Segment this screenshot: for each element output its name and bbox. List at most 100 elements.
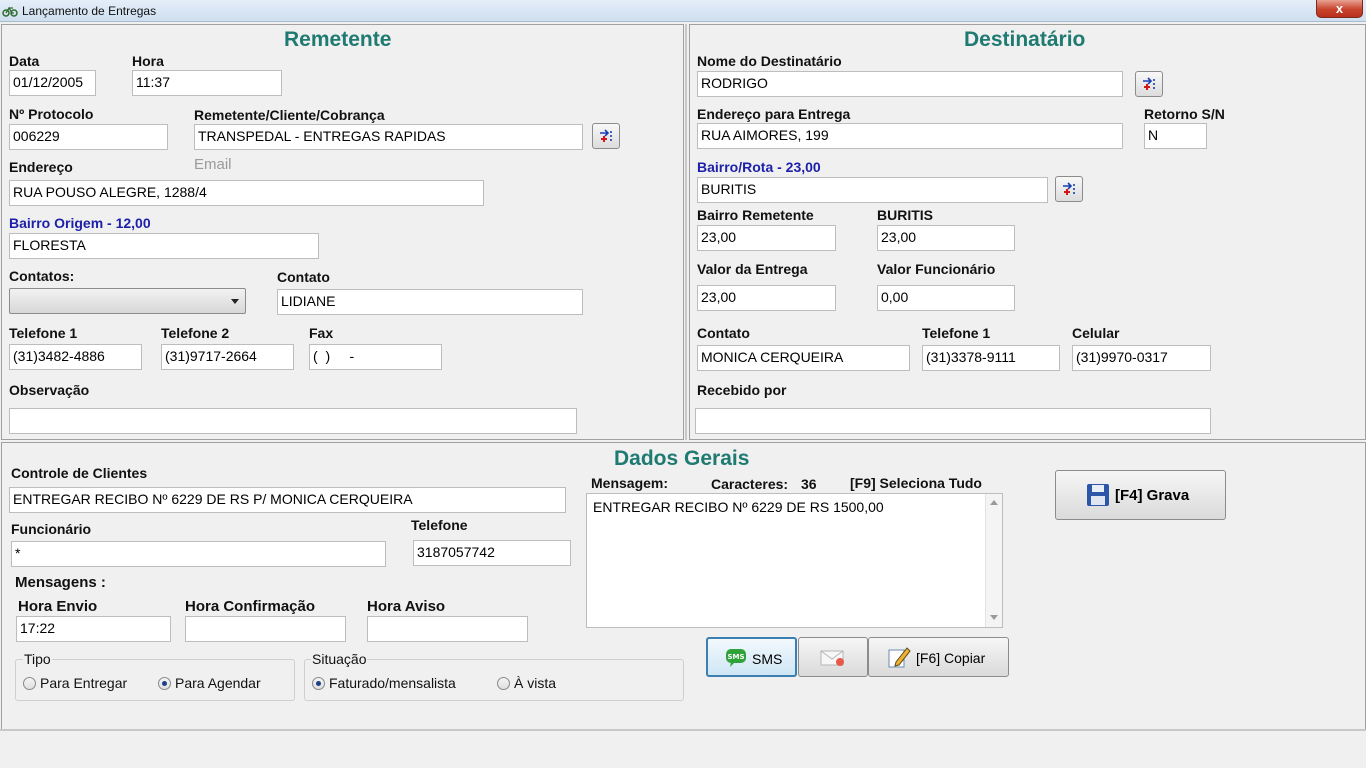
grava-button-label: [F4] Grava	[1115, 487, 1190, 504]
data-field[interactable]: 01/12/2005	[9, 70, 96, 96]
endereco-field[interactable]: RUA POUSO ALEGRE, 1288/4	[9, 180, 484, 206]
telefone-label: Telefone	[411, 517, 468, 533]
mensagem-textarea[interactable]: ENTREGAR RECIBO Nº 6229 DE RS 1500,00	[586, 493, 1003, 628]
dest-telefone1-field[interactable]: (31)3378-9111	[922, 345, 1060, 371]
sms-button[interactable]: SMS SMS	[706, 637, 797, 677]
lookup-icon	[600, 129, 612, 143]
chevron-down-icon	[231, 299, 239, 304]
controle-field[interactable]: ENTREGAR RECIBO Nº 6229 DE RS P/ MONICA …	[9, 487, 566, 513]
buritis-label: BURITIS	[877, 207, 933, 223]
situacao-label: Situação	[311, 651, 368, 667]
email-button[interactable]	[798, 637, 868, 677]
observacao-label: Observação	[9, 382, 90, 398]
endereco-label: Endereço	[9, 159, 73, 175]
bairro-remetente-field[interactable]: 23,00	[697, 225, 836, 251]
hora-label: Hora	[132, 53, 164, 69]
celular-label: Celular	[1072, 325, 1120, 341]
recebido-label: Recebido por	[697, 382, 787, 398]
email-label: Email	[194, 156, 232, 173]
bairro-origem-label: Bairro Origem - 12,00	[9, 215, 151, 231]
mensagem-text: ENTREGAR RECIBO Nº 6229 DE RS 1500,00	[593, 499, 884, 515]
dest-contato-field[interactable]: MONICA CERQUEIRA	[697, 345, 910, 371]
tipo-agendar-radio[interactable]	[158, 677, 171, 690]
mensagem-scrollbar[interactable]	[985, 494, 1002, 627]
caracteres-label: Caracteres:	[711, 476, 789, 492]
celular-field[interactable]: (31)9970-0317	[1072, 345, 1211, 371]
endereco-entrega-label: Endereço para Entrega	[697, 106, 851, 122]
tipo-label: Tipo	[23, 651, 52, 667]
retorno-field[interactable]: N	[1144, 123, 1207, 149]
retorno-label: Retorno S/N	[1144, 106, 1225, 122]
lookup-icon	[1143, 77, 1155, 91]
hora-aviso-label: Hora Aviso	[367, 598, 446, 615]
mensagem-label: Mensagem:	[591, 475, 669, 491]
sms-button-label: SMS	[752, 651, 783, 667]
telefone1-label: Telefone 1	[9, 325, 78, 341]
panel-divider	[685, 24, 687, 440]
title-bar: Lançamento de Entregas x	[0, 0, 1366, 22]
hora-envio-label: Hora Envio	[18, 598, 98, 615]
funcionario-field[interactable]: *	[11, 541, 386, 567]
mensagens-label: Mensagens :	[15, 574, 106, 591]
remetente-title: Remetente	[284, 28, 392, 51]
valor-funcionario-label: Valor Funcionário	[877, 261, 996, 277]
a-vista-label[interactable]: À vista	[514, 675, 556, 691]
sms-icon: SMS	[726, 649, 746, 667]
valor-entrega-field[interactable]: 23,00	[697, 285, 836, 311]
bairro-lookup-button[interactable]	[1055, 176, 1083, 202]
telefone2-label: Telefone 2	[161, 325, 230, 341]
controle-label: Controle de Clientes	[11, 465, 148, 481]
hora-field[interactable]: 11:37	[132, 70, 282, 96]
cliente-label: Remetente/Cliente/Cobrança	[194, 107, 385, 123]
recebido-field[interactable]	[695, 408, 1211, 434]
valor-entrega-label: Valor da Entrega	[697, 261, 808, 277]
bicycle-icon	[2, 4, 18, 18]
bairro-rota-label: Bairro/Rota - 23,00	[697, 159, 821, 175]
scroll-down-icon	[990, 615, 998, 620]
nome-destinatario-field[interactable]: RODRIGO	[697, 71, 1123, 97]
valor-funcionario-field[interactable]: 0,00	[877, 285, 1015, 311]
hora-aviso-field[interactable]	[367, 616, 528, 642]
telefone-field[interactable]: 3187057742	[413, 540, 571, 566]
edit-icon	[888, 647, 911, 668]
bairro-remetente-label: Bairro Remetente	[697, 207, 814, 223]
contato-field[interactable]: LIDIANE	[277, 289, 583, 315]
bairro-rota-field[interactable]: BURITIS	[697, 177, 1048, 203]
save-disk-icon	[1087, 484, 1109, 506]
faturado-label[interactable]: Faturado/mensalista	[329, 675, 456, 691]
a-vista-radio[interactable]	[497, 677, 510, 690]
hora-confirmacao-label: Hora Confirmação	[185, 598, 316, 615]
grava-button[interactable]: [F4] Grava	[1055, 470, 1226, 520]
tipo-agendar-label[interactable]: Para Agendar	[175, 675, 261, 691]
cliente-field[interactable]: TRANSPEDAL - ENTREGAS RAPIDAS	[194, 124, 583, 150]
contatos-label: Contatos:	[9, 268, 75, 284]
endereco-entrega-field[interactable]: RUA AIMORES, 199	[697, 123, 1123, 149]
fax-field[interactable]: ( ) -	[309, 344, 442, 370]
remetente-panel	[1, 24, 684, 440]
telefone2-field[interactable]: (31)9717-2664	[161, 344, 294, 370]
bairro-origem-field[interactable]: FLORESTA	[9, 233, 319, 259]
protocolo-field[interactable]: 006229	[9, 124, 168, 150]
contatos-select[interactable]	[9, 288, 246, 314]
dest-telefone1-label: Telefone 1	[922, 325, 991, 341]
hora-envio-field[interactable]: 17:22	[16, 616, 171, 642]
tipo-entregar-radio[interactable]	[23, 677, 36, 690]
caracteres-count: 36	[801, 476, 817, 492]
buritis-field[interactable]: 23,00	[877, 225, 1015, 251]
faturado-radio[interactable]	[312, 677, 325, 690]
close-button[interactable]: x	[1316, 0, 1363, 18]
lookup-icon	[1063, 182, 1075, 196]
observacao-field[interactable]	[9, 408, 577, 434]
tipo-entregar-label[interactable]: Para Entregar	[40, 675, 127, 691]
contato-label: Contato	[277, 269, 330, 285]
dest-contato-label: Contato	[697, 325, 750, 341]
telefone1-field[interactable]: (31)3482-4886	[9, 344, 142, 370]
funcionario-label: Funcionário	[11, 521, 92, 537]
hora-confirmacao-field[interactable]	[185, 616, 346, 642]
cliente-lookup-button[interactable]	[592, 123, 620, 149]
destinatario-lookup-button[interactable]	[1135, 71, 1163, 97]
seleciona-tudo-label[interactable]: [F9] Seleciona Tudo	[850, 475, 982, 491]
copiar-button[interactable]: [F6] Copiar	[868, 637, 1009, 677]
svg-text:SMS: SMS	[727, 653, 744, 661]
status-bar	[0, 729, 1366, 768]
